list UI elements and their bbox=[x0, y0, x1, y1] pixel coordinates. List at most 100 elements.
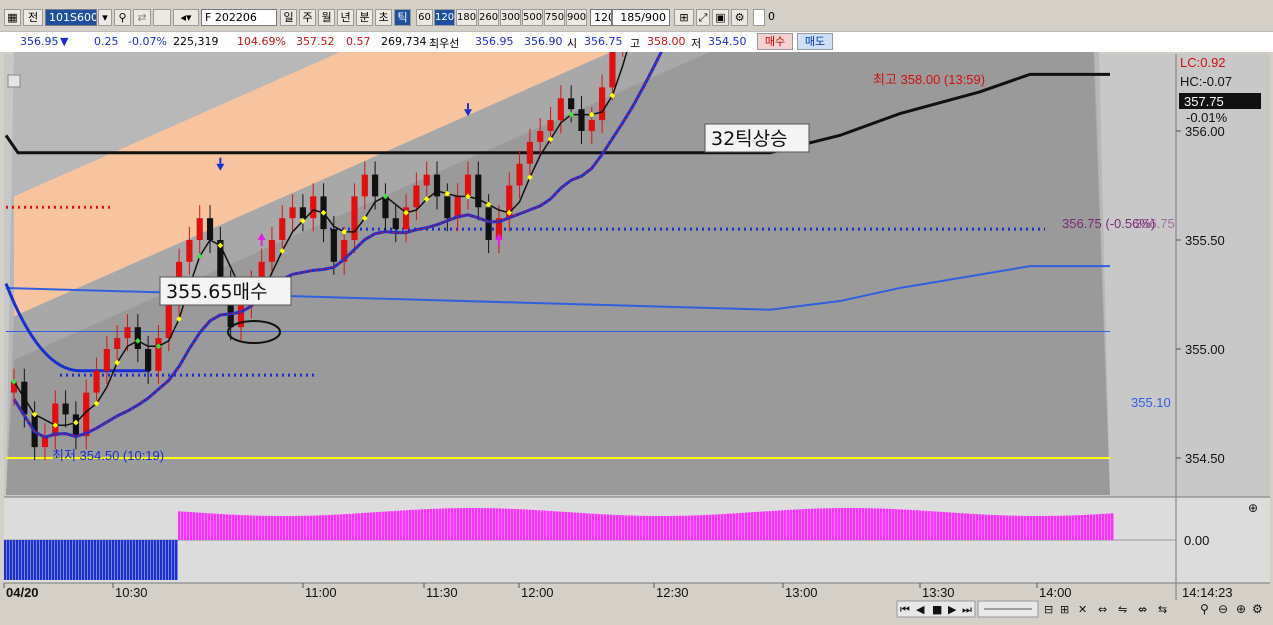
tool-d-icon[interactable]: ⇎ bbox=[1138, 603, 1147, 616]
osc-bar-positive bbox=[811, 508, 814, 540]
osc-bar-positive bbox=[385, 511, 388, 540]
osc-bar-positive bbox=[1003, 515, 1006, 540]
tick-900-button[interactable]: 900 bbox=[566, 9, 587, 26]
osc-bar-positive bbox=[868, 508, 871, 540]
period-tick-button[interactable]: 틱 bbox=[394, 9, 411, 26]
osc-bar-positive bbox=[685, 515, 688, 540]
osc-bar-negative bbox=[73, 540, 76, 580]
period-month-button[interactable]: 월 bbox=[318, 9, 335, 26]
period-day-button[interactable]: 일 bbox=[280, 9, 297, 26]
count-field[interactable]: 185/900 bbox=[612, 9, 670, 26]
settings-icon[interactable]: ⚙ bbox=[1252, 602, 1263, 616]
zoom-out-icon[interactable]: ⊟ bbox=[1044, 603, 1053, 616]
osc-bar-positive bbox=[700, 515, 703, 540]
osc-bar-positive bbox=[574, 512, 577, 540]
osc-bar-positive bbox=[604, 514, 607, 540]
period-second-button[interactable]: 초 bbox=[375, 9, 392, 26]
osc-bar-positive bbox=[847, 508, 850, 540]
zoom-in-icon[interactable]: ⊞ bbox=[1060, 603, 1069, 616]
osc-bar-positive bbox=[562, 511, 565, 540]
osc-bar-positive bbox=[295, 515, 298, 540]
osc-bar-negative bbox=[175, 540, 178, 580]
osc-bar-positive bbox=[511, 508, 514, 540]
osc-bar-positive bbox=[1042, 515, 1045, 540]
tick-300-button[interactable]: 300 bbox=[500, 9, 521, 26]
low-label: 저 bbox=[691, 37, 702, 50]
osc-bar-positive bbox=[613, 514, 616, 540]
tool-f-icon[interactable]: ⊖ bbox=[1218, 602, 1228, 616]
osc-bar-positive bbox=[1105, 513, 1108, 540]
osc-bar-negative bbox=[151, 540, 154, 580]
tool-g-icon[interactable]: ⊕ bbox=[1236, 602, 1246, 616]
nav-prev-icon[interactable]: ◀ bbox=[916, 603, 925, 616]
osc-bar-positive bbox=[982, 514, 985, 540]
osc-bar-positive bbox=[628, 515, 631, 540]
osc-bar-positive bbox=[1015, 515, 1018, 540]
search-chart-icon[interactable]: ⚲ bbox=[1200, 602, 1209, 616]
save-icon[interactable]: ▣ bbox=[712, 9, 729, 26]
period-year-button[interactable]: 년 bbox=[337, 9, 354, 26]
osc-bar-positive bbox=[271, 515, 274, 540]
tick-value-select[interactable]: 120 bbox=[590, 9, 612, 26]
osc-bar-positive bbox=[316, 515, 319, 540]
panel-menu-icon[interactable] bbox=[7, 74, 21, 88]
price-chart[interactable]: 357.50357.00356.50356.00355.50355.00354.… bbox=[0, 52, 1273, 625]
panel-close-icon[interactable]: ⊕ bbox=[1248, 501, 1258, 515]
tool-c-icon[interactable]: ⇋ bbox=[1118, 603, 1127, 616]
code-input[interactable]: 101S6000 bbox=[45, 9, 97, 26]
osc-bar-positive bbox=[307, 515, 310, 540]
compare-icon[interactable]: ⇄ bbox=[133, 9, 151, 26]
futures-code-field[interactable]: F 202206 bbox=[201, 9, 277, 26]
osc-bar-positive bbox=[538, 510, 541, 540]
osc-bar-negative bbox=[154, 540, 157, 580]
osc-bar-positive bbox=[262, 515, 265, 540]
buy-button[interactable]: 매수 bbox=[757, 33, 793, 50]
nav-stop-icon[interactable]: ■ bbox=[932, 603, 942, 616]
osc-bar-positive bbox=[394, 510, 397, 540]
sell-button[interactable]: 매도 bbox=[797, 33, 833, 50]
osc-bar-negative bbox=[49, 540, 52, 580]
volume-ratio: 104.69% bbox=[237, 35, 286, 48]
indicator-icon[interactable]: ⊞ bbox=[674, 9, 694, 26]
tick-180-button[interactable]: 180 bbox=[456, 9, 477, 26]
tool-icon[interactable]: ⤢ bbox=[696, 9, 710, 26]
osc-bar-positive bbox=[463, 508, 466, 540]
osc-bar-positive bbox=[619, 515, 622, 540]
osc-bar-positive bbox=[1099, 514, 1102, 540]
nav-last-icon[interactable]: ⏭ bbox=[962, 603, 972, 616]
tick-60-button[interactable]: 60 bbox=[416, 9, 433, 26]
osc-bar-positive bbox=[187, 511, 190, 540]
osc-bar-positive bbox=[286, 515, 289, 540]
tick-750-button[interactable]: 750 bbox=[544, 9, 565, 26]
osc-bar-positive bbox=[871, 508, 874, 540]
osc-bar-negative bbox=[43, 540, 46, 580]
option-checkbox[interactable] bbox=[753, 9, 765, 26]
candle-body bbox=[568, 98, 575, 110]
tick-120-button[interactable]: 120 bbox=[434, 9, 455, 26]
osc-bar-negative bbox=[97, 540, 100, 580]
tick-500-button[interactable]: 500 bbox=[522, 9, 543, 26]
sound-icon[interactable]: ◂▾ bbox=[173, 9, 199, 26]
tick-260-button[interactable]: 260 bbox=[478, 9, 499, 26]
period-minute-button[interactable]: 분 bbox=[356, 9, 373, 26]
tool-e-icon[interactable]: ⇆ bbox=[1158, 603, 1167, 616]
gear-icon[interactable]: ⚙ bbox=[731, 9, 748, 26]
nav-next-icon[interactable]: ▶ bbox=[948, 603, 957, 616]
candle-body bbox=[578, 109, 585, 131]
nav-first-icon[interactable]: ⏮ bbox=[900, 603, 910, 616]
search-icon[interactable]: ⚲ bbox=[114, 9, 131, 26]
osc-bar-positive bbox=[268, 515, 271, 540]
osc-bar-positive bbox=[865, 508, 868, 540]
osc-bar-negative bbox=[82, 540, 85, 580]
tool-a-icon[interactable]: ✕ bbox=[1078, 603, 1087, 616]
period-week-button[interactable]: 주 bbox=[299, 9, 316, 26]
osc-bar-negative bbox=[130, 540, 133, 580]
item-toggle-button[interactable]: 전 bbox=[23, 9, 43, 26]
chart-menu-icon[interactable]: ▦ bbox=[4, 9, 21, 26]
osc-bar-positive bbox=[724, 513, 727, 540]
osc-bar-positive bbox=[1039, 515, 1042, 540]
tool-b-icon[interactable]: ⇔ bbox=[1098, 603, 1107, 616]
blank-field[interactable] bbox=[153, 9, 171, 26]
osc-bar-positive bbox=[439, 508, 442, 540]
code-dropdown-icon[interactable]: ▾ bbox=[98, 9, 112, 26]
